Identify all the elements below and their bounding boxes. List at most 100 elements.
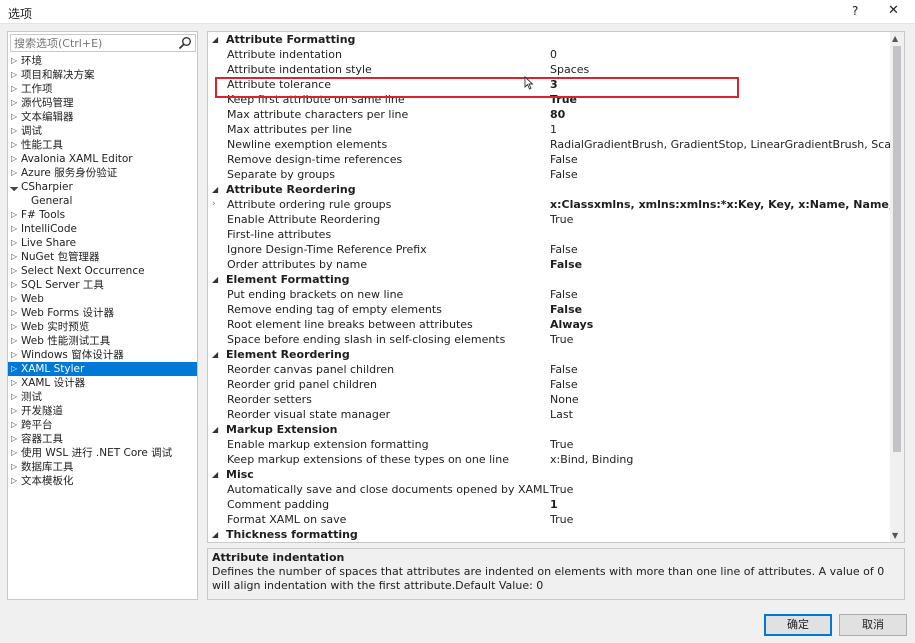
tree-item[interactable]: ▷ 调试 [8,124,197,138]
collapse-arrow-icon[interactable]: ◢ [212,422,218,437]
collapse-arrow-icon[interactable]: ◢ [212,347,218,362]
search-box[interactable] [10,34,196,52]
property-value[interactable]: True [550,482,890,497]
category-header[interactable]: ◢ Attribute Formatting [208,32,890,47]
property-value[interactable]: 1 [550,122,890,137]
collapse-arrow-icon[interactable]: ◢ [212,32,218,47]
tree-item[interactable]: ▷ 文本编辑器 [8,110,197,124]
tree-item[interactable]: ▷ 性能工具 [8,138,197,152]
property-row[interactable]: Keep markup extensions of these types on… [208,452,890,467]
tree-item[interactable]: ▷ 源代码管理 [8,96,197,110]
collapsed-arrow-icon[interactable]: ▷ [11,82,17,96]
collapse-arrow-icon[interactable]: ◢ [212,467,218,482]
property-row[interactable]: Newline exemption elements RadialGradient… [208,137,890,152]
property-value[interactable]: 1 [550,497,890,512]
property-row[interactable]: Order attributes by name False [208,257,890,272]
collapsed-arrow-icon[interactable]: ▷ [11,152,17,166]
property-value[interactable]: True [550,437,890,452]
property-value[interactable]: False [550,257,890,272]
tree-item[interactable]: ▷ 使用 WSL 进行 .NET Core 调试 [8,446,197,460]
search-icon[interactable] [178,36,192,50]
property-row[interactable]: Ignore Design-Time Reference Prefix False [208,242,890,257]
collapsed-arrow-icon[interactable]: ▷ [11,278,17,292]
property-value[interactable]: Last [550,407,890,422]
scroll-down-icon[interactable]: ▼ [892,531,898,540]
property-row[interactable]: First-line attributes [208,227,890,242]
category-header[interactable]: ◢ Element Reordering [208,347,890,362]
collapsed-arrow-icon[interactable]: ▷ [11,390,17,404]
property-value[interactable]: Spaces [550,62,890,77]
property-row[interactable]: Enable markup extension formatting True [208,437,890,452]
tree-item[interactable]: ▷ 容器工具 [8,432,197,446]
tree-item[interactable]: ▷ Azure 服务身份验证 [8,166,197,180]
property-value[interactable]: x:Class​xmlns, xmlns:xmlns:*x:Key, Key, … [550,197,890,212]
property-row[interactable]: Separate by groups False [208,167,890,182]
cancel-button[interactable]: 取消 [839,614,907,636]
tree-item[interactable]: ▷ XAML 设计器 [8,376,197,390]
category-header[interactable]: ◢ Markup Extension [208,422,890,437]
collapsed-arrow-icon[interactable]: ▷ [11,418,17,432]
property-row[interactable]: Keep first attribute on same line True [208,92,890,107]
tree-item[interactable]: ▷ Avalonia XAML Editor [8,152,197,166]
tree-item[interactable]: General [8,194,197,208]
tree-item[interactable]: ▷ Windows 窗体设计器 [8,348,197,362]
tree-item[interactable]: ▷ 测试 [8,390,197,404]
property-row[interactable]: Attribute indentation 0 [208,47,890,62]
tree-item[interactable]: ▷ XAML Styler [8,362,197,376]
property-row[interactable]: Max attribute characters per line 80 [208,107,890,122]
tree-item[interactable]: ▷ 开发隧道 [8,404,197,418]
collapsed-arrow-icon[interactable]: ▷ [11,264,17,278]
collapsed-arrow-icon[interactable]: ▷ [11,236,17,250]
collapsed-arrow-icon[interactable]: ▷ [11,460,17,474]
property-row[interactable]: Put ending brackets on new line False [208,287,890,302]
property-row[interactable]: Reorder grid panel children False [208,377,890,392]
property-row[interactable]: Reorder canvas panel children False [208,362,890,377]
property-value[interactable]: True [550,332,890,347]
tree-item[interactable]: ▷ IntelliCode [8,222,197,236]
property-value[interactable]: True [550,92,890,107]
collapsed-arrow-icon[interactable]: ▷ [11,292,17,306]
property-value[interactable]: 3 [550,77,890,92]
property-value[interactable]: False [550,362,890,377]
tree-item[interactable]: ▷ Web Forms 设计器 [8,306,197,320]
category-header[interactable]: ◢ Thickness formatting [208,527,890,542]
property-value[interactable]: False [550,167,890,182]
collapsed-arrow-icon[interactable]: ▷ [11,446,17,460]
collapsed-arrow-icon[interactable]: ▷ [11,96,17,110]
help-button[interactable]: ? [852,4,858,18]
property-row[interactable]: Space before ending slash in self-closin… [208,332,890,347]
collapsed-arrow-icon[interactable]: ▷ [11,166,17,180]
collapsed-arrow-icon[interactable]: ▷ [11,222,17,236]
tree-item[interactable]: ▷ Web 性能测试工具 [8,334,197,348]
property-value[interactable]: Always [550,317,890,332]
collapse-arrow-icon[interactable]: ◢ [212,527,218,542]
tree-item[interactable]: ▷ Select Next Occurrence [8,264,197,278]
tree-item[interactable]: ▷ 文本模板化 [8,474,197,488]
collapsed-arrow-icon[interactable]: ▷ [11,54,17,68]
expanded-arrow-icon[interactable]: ◢ [7,180,21,194]
tree-item[interactable]: ◢ CSharpier [8,180,197,194]
collapsed-arrow-icon[interactable]: ▷ [11,474,17,488]
tree-item[interactable]: ▷ Web 实时预览 [8,320,197,334]
property-row[interactable]: Max attributes per line 1 [208,122,890,137]
collapsed-arrow-icon[interactable]: ▷ [11,376,17,390]
tree-item[interactable]: ▷ 数据库工具 [8,460,197,474]
property-value[interactable]: False [550,242,890,257]
collapsed-arrow-icon[interactable]: ▷ [11,110,17,124]
collapsed-arrow-icon[interactable]: ▷ [11,250,17,264]
property-row[interactable]: Automatically save and close documents o… [208,482,890,497]
property-value[interactable]: True [550,212,890,227]
expand-arrow-icon[interactable]: › [212,197,216,212]
scroll-up-icon[interactable]: ▲ [892,34,898,43]
tree-item[interactable]: ▷ 跨平台 [8,418,197,432]
property-value[interactable]: 0 [550,47,890,62]
collapsed-arrow-icon[interactable]: ▷ [11,124,17,138]
tree-item[interactable]: ▷ Live Share [8,236,197,250]
collapsed-arrow-icon[interactable]: ▷ [11,404,17,418]
collapsed-arrow-icon[interactable]: ▷ [11,68,17,82]
collapsed-arrow-icon[interactable]: ▷ [11,348,17,362]
property-value[interactable]: x:Bind, Binding [550,452,890,467]
tree-item[interactable]: ▷ 环境 [8,54,197,68]
tree-item[interactable]: ▷ NuGet 包管理器 [8,250,197,264]
property-row[interactable]: › Attribute ordering rule groups x:Class​x… [208,197,890,212]
